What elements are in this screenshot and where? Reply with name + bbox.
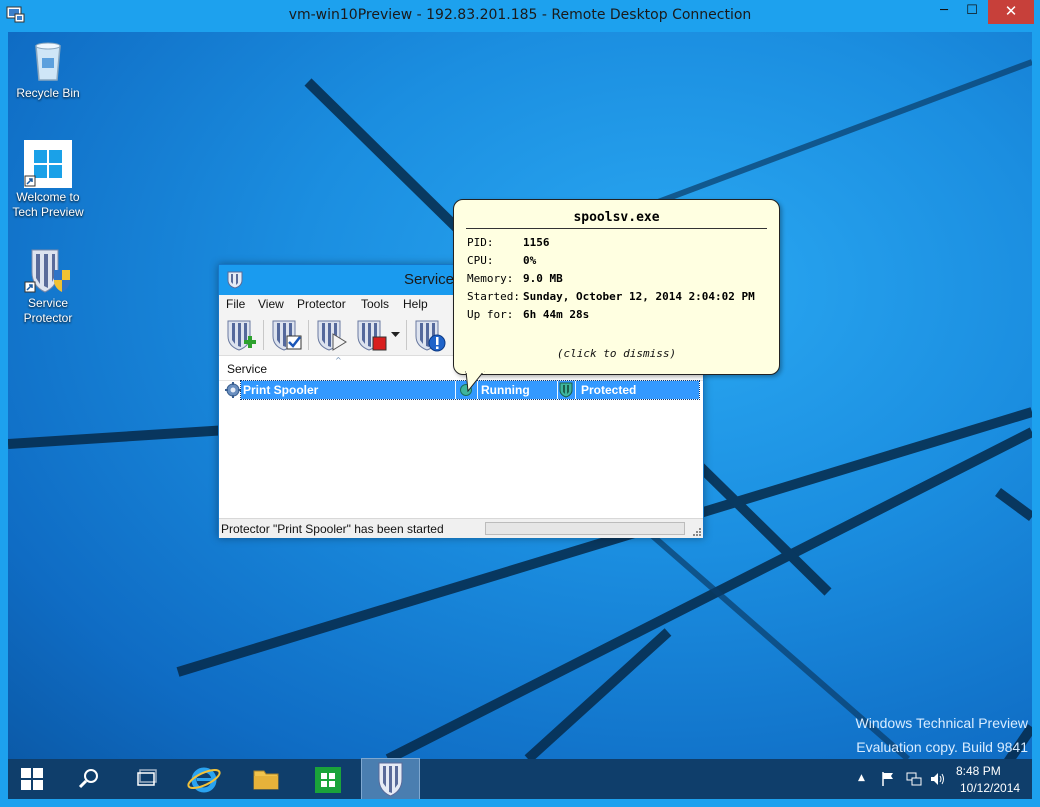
service-protector-taskbar-button[interactable] [361,758,420,800]
watermark-line-2: Evaluation copy. Build 9841 [856,739,1028,755]
protection-cell: Protected [581,383,637,397]
flag-icon[interactable] [880,771,896,787]
desktop-icon-label: Welcome to Tech Preview [12,190,84,219]
window-title: vm-win10Preview - 192.83.201.185 - Remot… [288,7,752,23]
internet-explorer-icon[interactable] [180,759,228,799]
balloon-row-uptime: Up for: 6h 44m 28s [467,308,589,321]
balloon-row-memory: Memory: 9.0 MB [467,272,563,285]
cpu-value: 0% [523,254,537,267]
maximize-button[interactable]: ☐ [958,0,986,24]
balloon-title: spoolsv.exe [573,210,660,225]
shield-icon [24,246,72,294]
balloon-divider [466,228,767,229]
app-title: Service [404,271,455,288]
tray-chevron-icon[interactable]: ▲ [858,773,865,783]
memory-label: Memory: [467,272,514,285]
minimize-button[interactable]: ─ [930,0,958,24]
store-icon[interactable] [304,759,352,799]
welcome-tech-preview-shortcut[interactable]: Welcome to Tech Preview [8,140,88,220]
info-icon[interactable] [412,318,446,352]
protected-shield-icon [559,382,573,398]
search-icon[interactable] [64,759,112,799]
column-separator [557,381,558,399]
add-protector-icon[interactable] [224,318,258,352]
toolbar-separator [406,320,407,350]
desktop-icon-label: Service Protector [23,296,73,325]
watermark-line-1: Windows Technical Preview [855,715,1028,731]
column-header-service[interactable]: Service [227,362,267,376]
windows-logo-icon [24,140,72,188]
menu-tools[interactable]: Tools [361,297,389,311]
clock-date[interactable]: 10/12/2014 [960,781,1020,795]
volume-icon[interactable] [930,771,946,787]
taskbar: ▲ 8:48 PM 10/12/2014 [8,758,1032,800]
window-frame-right [1032,32,1040,807]
network-icon[interactable] [906,771,922,787]
toolbar-separator [263,320,264,350]
menu-protector[interactable]: Protector [297,297,346,311]
pid-value: 1156 [523,236,550,249]
close-button[interactable]: ✕ [988,0,1034,24]
stop-protector-icon[interactable] [354,318,388,352]
uptime-label: Up for: [467,308,514,321]
balloon-tail [465,371,485,393]
app-shield-icon [227,271,243,289]
balloon-row-started: Started: Sunday, October 12, 2014 2:04:02… [467,290,755,303]
status-progress-bar [485,522,685,535]
status-text: Protector "Print Spooler" has been start… [221,522,444,536]
dismiss-hint[interactable]: (click to dismiss) [454,347,779,360]
status-bar: Protector "Print Spooler" has been start… [219,518,703,538]
sort-ascending-icon: ^ [335,356,342,365]
resize-grip-icon[interactable] [693,528,701,536]
file-explorer-icon[interactable] [242,759,290,799]
recycle-bin-icon [24,36,72,84]
desktop-icon-label: Recycle Bin [16,86,80,100]
balloon-row-cpu: CPU: 0% [467,254,536,267]
window-frame-left [0,32,8,807]
start-button-icon[interactable] [8,759,56,799]
gear-icon [225,382,241,398]
balloon-row-pid: PID: 1156 [467,236,550,249]
menu-help[interactable]: Help [403,297,428,311]
cpu-label: CPU: [467,254,494,267]
column-separator [455,381,456,399]
menu-file[interactable]: File [226,297,245,311]
process-info-balloon[interactable]: spoolsv.exe PID: 1156 CPU: 0% Memory: 9.0 M… [453,199,780,375]
chevron-down-icon[interactable] [391,332,400,338]
menu-view[interactable]: View [258,297,284,311]
started-label: Started: [467,290,520,303]
toolbar-separator [308,320,309,350]
uptime-value: 6h 44m 28s [523,308,590,321]
rdp-titlebar: vm-win10Preview - 192.83.201.185 - Remot… [0,0,1040,32]
window-frame-bottom [0,799,1040,807]
started-value: Sunday, October 12, 2014 2:04:02 PM [523,290,755,303]
evaluation-watermark: Windows Technical Preview Evaluation cop… [856,711,1028,759]
memory-value: 9.0 MB [523,272,563,285]
start-protector-icon[interactable] [314,318,348,352]
task-view-icon[interactable] [122,759,170,799]
recycle-bin-shortcut[interactable]: Recycle Bin [8,36,88,101]
shield-icon [378,762,403,797]
clock-time[interactable]: 8:48 PM [956,764,1001,778]
service-name-cell: Print Spooler [243,383,319,397]
check-protector-icon[interactable] [269,318,303,352]
service-protector-shortcut[interactable]: Service Protector [8,246,88,326]
column-separator [575,381,576,399]
pid-label: PID: [467,236,494,249]
